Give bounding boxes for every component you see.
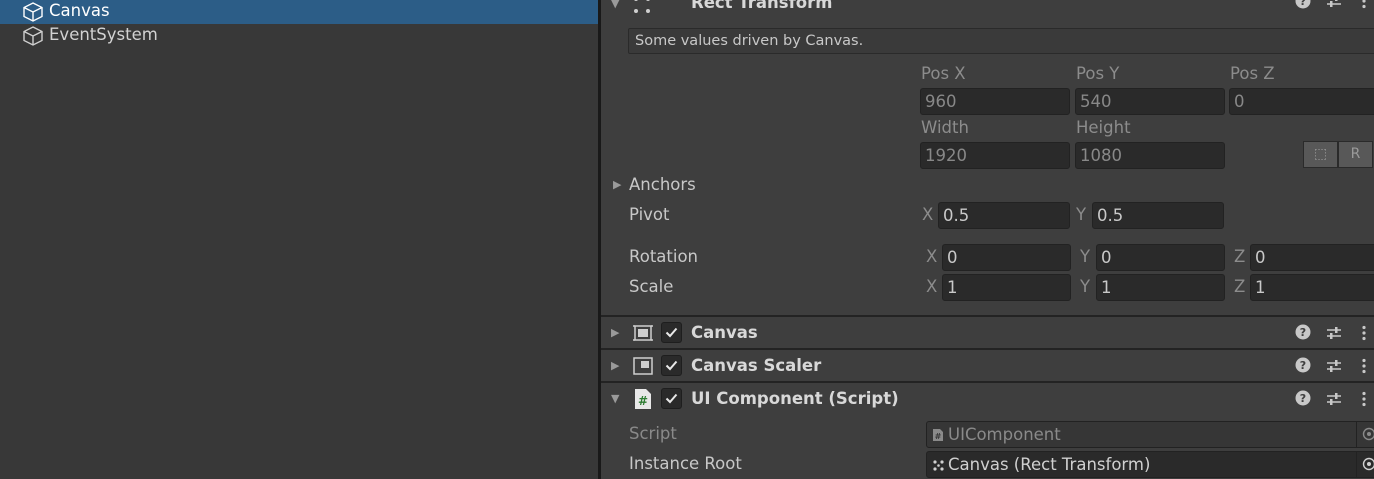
svg-text:#: #: [638, 394, 648, 408]
scale-x-axis-label: X: [926, 277, 938, 296]
script-label: Script: [629, 424, 677, 443]
rotation-y-field[interactable]: 0: [1096, 244, 1225, 271]
svg-text:#: #: [935, 432, 942, 441]
instance-root-field[interactable]: Canvas (Rect Transform): [926, 451, 1374, 478]
ui-component-enabled-checkbox[interactable]: [661, 388, 682, 409]
pivot-y-axis-label: Y: [1076, 205, 1087, 224]
pivot-label: Pivot: [629, 205, 670, 224]
gameobject-icon: [23, 26, 43, 46]
more-menu-icon[interactable]: [1361, 358, 1367, 374]
more-menu-icon[interactable]: [1361, 391, 1367, 407]
scale-z-axis-label: Z: [1234, 277, 1246, 296]
ui-component-script-header[interactable]: ▼ # UI Component (Script) ?: [601, 381, 1374, 415]
foldout-arrow-icon[interactable]: ▼: [611, 0, 619, 10]
presets-icon[interactable]: [1326, 391, 1342, 407]
rotation-x-axis-label: X: [926, 247, 938, 266]
canvas-scaler-enabled-checkbox[interactable]: [661, 355, 682, 376]
scale-y-axis-label: Y: [1080, 277, 1091, 296]
width-header: Width: [921, 118, 969, 137]
svg-text:?: ?: [1300, 359, 1306, 372]
hierarchy-item-eventsystem[interactable]: EventSystem: [0, 24, 598, 48]
pos-z-header: Pos Z: [1230, 64, 1275, 83]
driven-values-note: Some values driven by Canvas.: [628, 28, 1374, 54]
pos-x-header: Pos X: [921, 64, 966, 83]
svg-text:?: ?: [1300, 326, 1306, 339]
rotation-label: Rotation: [629, 247, 699, 266]
hierarchy-item-label: Canvas: [49, 1, 110, 20]
help-icon[interactable]: ?: [1295, 324, 1311, 344]
width-field[interactable]: 1920: [920, 142, 1070, 169]
rotation-y-axis-label: Y: [1080, 247, 1091, 266]
gameobject-icon: [23, 2, 43, 22]
component-title: Canvas Scaler: [691, 356, 822, 375]
rotation-x-field[interactable]: 0: [942, 244, 1071, 271]
instance-root-value: Canvas (Rect Transform): [948, 455, 1151, 474]
scale-x-field[interactable]: 1: [942, 274, 1071, 301]
hierarchy-item-canvas[interactable]: Canvas: [0, 0, 598, 24]
height-field[interactable]: 1080: [1075, 142, 1225, 169]
instance-root-label: Instance Root: [629, 454, 742, 473]
foldout-arrow-icon[interactable]: ▶: [611, 359, 619, 372]
object-picker-button[interactable]: [1356, 452, 1374, 477]
blueprint-mode-button[interactable]: ⬚: [1303, 141, 1338, 168]
pivot-x-field[interactable]: 0.5: [938, 202, 1070, 229]
canvas-scaler-icon: [633, 357, 653, 375]
help-icon[interactable]: ?: [1295, 357, 1311, 377]
scale-z-field[interactable]: 1: [1250, 274, 1374, 301]
component-title: Rect Transform: [691, 0, 833, 12]
rect-transform-header[interactable]: ▼ Rect Transform ?: [601, 0, 1374, 18]
csharp-script-icon: #: [635, 389, 651, 409]
foldout-arrow-icon[interactable]: ▼: [611, 392, 619, 405]
more-menu-icon[interactable]: [1361, 0, 1367, 9]
svg-text:?: ?: [1300, 0, 1306, 8]
anchors-label[interactable]: Anchors: [629, 175, 696, 194]
anchors-foldout-icon[interactable]: ▶: [613, 178, 621, 191]
help-icon[interactable]: ?: [1295, 0, 1311, 13]
object-picker-icon: [1362, 457, 1374, 471]
canvas-enabled-checkbox[interactable]: [661, 322, 682, 343]
checkmark-icon: [665, 360, 678, 371]
hierarchy-item-label: EventSystem: [49, 25, 158, 44]
canvas-component-icon: [633, 325, 653, 341]
scale-y-field[interactable]: 1: [1096, 274, 1225, 301]
object-picker-icon: [1356, 422, 1374, 447]
svg-text:?: ?: [1300, 392, 1306, 405]
checkmark-icon: [665, 393, 678, 404]
script-value: UIComponent: [948, 425, 1061, 444]
rotation-z-axis-label: Z: [1234, 247, 1246, 266]
pos-y-field[interactable]: 540: [1075, 88, 1225, 115]
canvas-component-header[interactable]: ▶ Canvas ?: [601, 315, 1374, 348]
help-icon[interactable]: ?: [1295, 390, 1311, 410]
script-file-icon: #: [933, 429, 943, 441]
rect-transform-icon: [634, 0, 650, 13]
inspector-panel: ▼ Rect Transform ? Some values driven by…: [601, 0, 1374, 479]
pivot-y-field[interactable]: 0.5: [1092, 202, 1224, 229]
scale-label: Scale: [629, 277, 674, 296]
rotation-z-field[interactable]: 0: [1250, 244, 1374, 271]
height-header: Height: [1076, 118, 1131, 137]
pos-z-field[interactable]: 0: [1229, 88, 1374, 115]
pos-x-field[interactable]: 960: [920, 88, 1070, 115]
component-title: Canvas: [691, 323, 758, 342]
more-menu-icon[interactable]: [1361, 325, 1367, 341]
script-field: # UIComponent: [926, 421, 1374, 448]
pos-y-header: Pos Y: [1076, 64, 1120, 83]
raw-edit-mode-button[interactable]: R: [1338, 141, 1373, 168]
checkmark-icon: [665, 327, 678, 338]
hierarchy-panel: Canvas EventSystem: [0, 0, 598, 479]
presets-icon[interactable]: [1326, 325, 1342, 341]
pivot-x-axis-label: X: [922, 205, 934, 224]
foldout-arrow-icon[interactable]: ▶: [611, 326, 619, 339]
component-title: UI Component (Script): [691, 389, 899, 408]
presets-icon[interactable]: [1326, 358, 1342, 374]
rect-transform-icon: [933, 460, 944, 471]
canvas-scaler-component-header[interactable]: ▶ Canvas Scaler ?: [601, 348, 1374, 381]
presets-icon[interactable]: [1326, 0, 1342, 9]
